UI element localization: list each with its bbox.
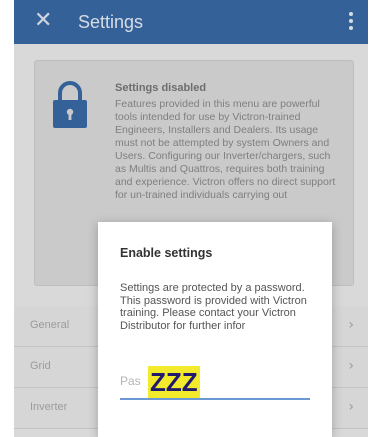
enable-settings-dialog: Enable settings Settings are protected b… (98, 222, 332, 437)
settings-screen: ✕ Settings Settings disabled Features pr… (14, 0, 368, 437)
password-value: ZZZ (150, 367, 198, 397)
dialog-message: Settings are protected by a password. Th… (120, 282, 307, 332)
password-placeholder: Pas (120, 374, 141, 388)
password-input[interactable]: Pas ZZZ (120, 364, 310, 400)
dialog-title: Enable settings (120, 246, 213, 260)
